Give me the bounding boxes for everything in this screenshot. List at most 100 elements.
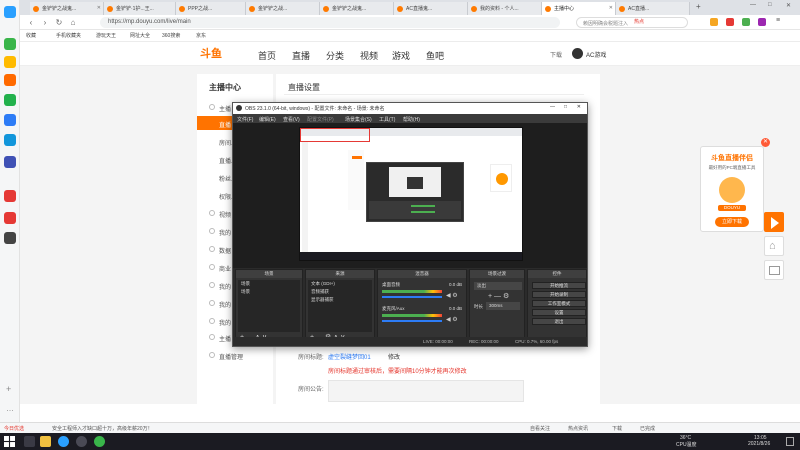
obs-menu-item[interactable]: 工具(T) <box>379 116 395 123</box>
username[interactable]: AC游戏 <box>586 50 606 59</box>
obs-menu-item[interactable]: 配置文件(P) <box>307 116 334 123</box>
search-input[interactable]: 赖因明确会税题注入 <box>576 17 688 28</box>
volume-slider[interactable] <box>382 320 442 322</box>
bookmark-item[interactable]: 游玩天王 <box>96 32 116 39</box>
obs-menu-item[interactable]: 文件(F) <box>237 116 253 123</box>
app-icon-2[interactable] <box>4 74 16 86</box>
browser-logo-icon[interactable] <box>4 6 16 18</box>
app-icon-6[interactable] <box>4 156 16 168</box>
add-icon[interactable]: + <box>6 384 11 394</box>
volume-slider[interactable] <box>382 296 442 298</box>
speaker-icon[interactable]: ◀ ⚙ <box>446 316 458 323</box>
new-tab-icon[interactable]: + <box>696 2 701 11</box>
obs-menu-item[interactable]: 场景集合(S) <box>345 116 372 123</box>
duration-field[interactable]: 300ms <box>486 302 520 310</box>
back-icon[interactable]: ‹ <box>26 18 36 28</box>
nav-home[interactable]: 首页 <box>258 49 276 62</box>
scene-item[interactable]: 场景 <box>238 280 300 288</box>
bookmark-item[interactable]: 京东 <box>196 32 206 39</box>
source-item[interactable]: 显示器捕获 <box>308 296 372 304</box>
extension-icon[interactable] <box>710 18 718 26</box>
task-view-icon[interactable] <box>24 436 35 447</box>
obs-taskbar-icon[interactable] <box>76 436 87 447</box>
tab-5[interactable]: 金铲铲之战鬼... <box>320 2 394 15</box>
home-icon[interactable]: ⌂ <box>764 236 784 256</box>
douyu-logo[interactable]: 斗鱼 <box>200 45 238 63</box>
nav-live[interactable]: 直播 <box>292 49 310 62</box>
nav-game[interactable]: 游戏 <box>392 49 410 62</box>
minimize-icon[interactable]: — <box>550 104 555 110</box>
bookmark-item[interactable]: 收藏 <box>26 32 36 39</box>
app-icon-7[interactable] <box>4 190 16 202</box>
hot-word-badge[interactable]: 热点 <box>634 18 644 25</box>
bookmark-item[interactable]: 网址大全 <box>130 32 150 39</box>
extension-icon[interactable] <box>758 18 766 26</box>
start-record-button[interactable]: 开始录制 <box>532 291 586 298</box>
url-field[interactable]: https://mp.douyu.com/live/main <box>100 17 560 28</box>
transition-select[interactable]: 淡出 <box>474 282 522 290</box>
status-item[interactable]: 已完成 <box>640 425 655 432</box>
home-icon[interactable]: ⌂ <box>68 18 78 28</box>
obs-menu-item[interactable]: 帮助(H) <box>403 116 420 123</box>
nav-category[interactable]: 分类 <box>326 49 344 62</box>
tab-6[interactable]: AC直播鬼... <box>394 2 468 15</box>
tab-1[interactable]: 金铲铲之战鬼... ✕ <box>30 2 104 15</box>
news-ticker[interactable]: 安全工程师入才缺口超十万，高级年薪20万！ <box>52 425 153 432</box>
tab-7[interactable]: 我的资料 - 个人... <box>468 2 542 15</box>
app-icon-1[interactable] <box>4 38 16 50</box>
windows-start-icon[interactable] <box>4 436 15 447</box>
tab-3[interactable]: PPP之战... <box>176 2 246 15</box>
ad-download-button[interactable]: 立即下载 <box>715 217 749 227</box>
close-icon[interactable]: ✕ <box>609 5 613 11</box>
tab-4[interactable]: 金铲铲之战... <box>246 2 320 15</box>
window-close-icon[interactable]: ✕ <box>786 2 791 9</box>
studio-mode-button[interactable]: 工作室模式 <box>532 300 586 307</box>
bookmark-item[interactable]: 360搜索 <box>162 32 180 39</box>
app-icon-9[interactable] <box>4 232 16 244</box>
clock-date[interactable]: 2021/8/26 <box>748 441 770 447</box>
app-icon-3[interactable] <box>4 94 16 106</box>
more-icon[interactable]: … <box>6 404 14 413</box>
edit-title-button[interactable]: 修改 <box>388 352 400 361</box>
notification-icon[interactable] <box>786 437 794 446</box>
nav-yuba[interactable]: 鱼吧 <box>426 49 444 62</box>
close-icon[interactable]: ✕ <box>577 104 581 110</box>
extension-icon[interactable] <box>726 18 734 26</box>
refresh-icon[interactable]: ↻ <box>54 18 64 28</box>
exit-button[interactable]: 退出 <box>532 318 586 325</box>
app-icon-8[interactable] <box>4 212 16 224</box>
daily-pick[interactable]: 今日优选 <box>4 425 24 432</box>
app-taskbar-icon[interactable] <box>94 436 105 447</box>
forward-icon[interactable]: › <box>40 18 50 28</box>
menu-icon[interactable]: ≡ <box>776 17 780 24</box>
download-link[interactable]: 下载 <box>550 50 562 59</box>
ad-banner[interactable]: 斗鱼直播伴侣 最好用的PC端直播工具 DOUYU 立即下载 <box>700 146 764 232</box>
start-stream-button[interactable]: 开始推流 <box>532 282 586 289</box>
obs-menu-item[interactable]: 查看(V) <box>283 116 300 123</box>
tab-active[interactable]: 主播中心 ✕ <box>542 2 616 15</box>
screenshot-icon[interactable] <box>764 260 784 280</box>
close-icon[interactable]: ✕ <box>97 5 101 11</box>
avatar[interactable] <box>572 48 583 59</box>
app-icon-5[interactable] <box>4 134 16 146</box>
source-item[interactable]: 文本 (GDI+) <box>308 280 372 288</box>
nav-video[interactable]: 视频 <box>360 49 378 62</box>
app-icon-4[interactable] <box>4 114 16 126</box>
bookmark-item[interactable]: 手机收藏夹 <box>56 32 81 39</box>
status-item[interactable]: 自看关注 <box>530 425 550 432</box>
obs-preview[interactable] <box>299 127 523 261</box>
speaker-icon[interactable]: ◀ ⚙ <box>446 292 458 299</box>
transition-add-icon[interactable]: + — ⚙ <box>488 292 509 300</box>
file-explorer-icon[interactable] <box>40 436 51 447</box>
maximize-icon[interactable]: □ <box>768 2 772 8</box>
browser-taskbar-icon[interactable] <box>58 436 69 447</box>
sidebar-item[interactable]: 直播管理 <box>197 348 273 362</box>
maximize-icon[interactable]: □ <box>564 104 567 110</box>
obs-window[interactable]: OBS 23.1.0 (64-bit, windows) - 配置文件: 未命名… <box>232 102 588 347</box>
play-icon[interactable] <box>764 212 784 232</box>
status-item[interactable]: 热点资讯 <box>568 425 588 432</box>
room-title-value[interactable]: 虚空裂缝梦回01 <box>328 352 371 361</box>
minimize-icon[interactable]: — <box>750 2 756 8</box>
star-icon[interactable] <box>4 56 16 68</box>
tab-9[interactable]: AC直播... <box>616 2 690 15</box>
